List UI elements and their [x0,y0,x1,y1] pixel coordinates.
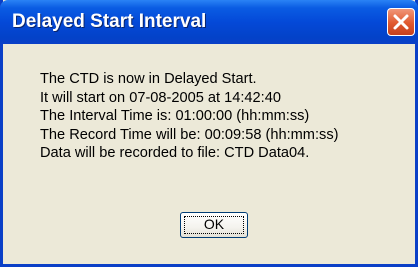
ok-button-label: OK [203,216,225,232]
message-line: It will start on 07-08-2005 at 14:42:40 [40,89,281,106]
message-line: The Interval Time is: 01:00:00 (hh:mm:ss… [40,108,310,125]
ok-button[interactable]: OK [180,212,248,238]
close-button[interactable] [387,8,415,36]
message-line: The CTD is now in Delayed Start. [40,71,257,87]
message-line: Data will be recorded to file: CTD Data0… [40,145,310,162]
title-bar[interactable]: Delayed Start Interval [0,0,418,44]
dialog-window: Delayed Start Interval The CTD is now in… [0,0,418,267]
message-line: The Record Time will be: 00:09:58 (hh:mm… [40,126,339,143]
close-icon [393,14,409,30]
dialog-title: Delayed Start Interval [12,11,207,32]
message-text: The CTD is now in Delayed Start. It will… [40,70,338,163]
